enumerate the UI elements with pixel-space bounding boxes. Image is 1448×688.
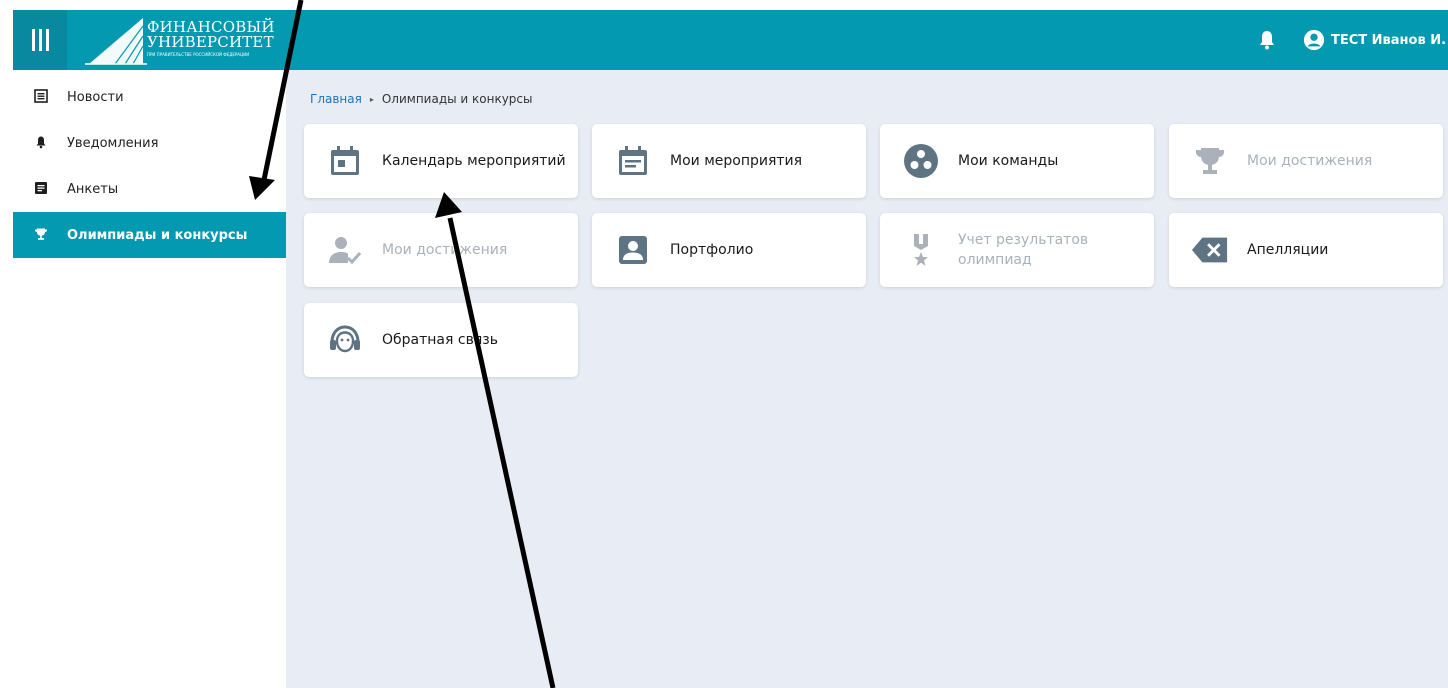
logo-text: ФИНАНСОВЫЙ УНИВЕРСИТЕТ ПРИ ПРАВИТЕЛЬСТВЕ… (147, 20, 275, 58)
card-my-achievements-user[interactable]: Мои достижения (304, 213, 578, 287)
card-appeals[interactable]: Апелляции (1169, 213, 1443, 287)
logo-line2: УНИВЕРСИТЕТ (147, 33, 274, 51)
breadcrumb-home-link[interactable]: Главная (310, 92, 362, 106)
sidebar: Новости Уведомления Анкеты Олимпиады и к… (13, 70, 286, 688)
notifications-bell-icon[interactable] (1255, 28, 1279, 52)
bell-icon (33, 134, 49, 150)
card-feedback[interactable]: Обратная связь (304, 303, 578, 377)
user-menu[interactable]: ТЕСТ Иванов И. И. (1303, 26, 1448, 54)
card-label: Календарь мероприятий (382, 153, 566, 169)
sidebar-item-label: Олимпиады и конкурсы (67, 227, 248, 243)
menu-toggle-button[interactable] (13, 10, 67, 70)
breadcrumb: Главная ▸ Олимпиады и конкурсы (310, 92, 533, 106)
sidebar-item-forms[interactable]: Анкеты (13, 166, 286, 212)
sidebar-item-label: Уведомления (67, 135, 159, 151)
card-portfolio[interactable]: Портфолио (592, 213, 866, 287)
card-my-events[interactable]: Мои мероприятия (592, 124, 866, 198)
sidebar-item-label: Новости (67, 89, 124, 105)
logo-subtitle: ПРИ ПРАВИТЕЛЬСТВЕ РОССИЙСКОЙ ФЕДЕРАЦИИ (147, 52, 250, 57)
card-label: Учет результатов олимпиад (958, 232, 1089, 268)
backspace-x-icon (1191, 231, 1229, 269)
card-label: Апелляции (1247, 242, 1329, 258)
sidebar-item-notifications[interactable]: Уведомления (13, 120, 286, 166)
card-my-teams[interactable]: Мои команды (880, 124, 1154, 198)
card-label: Мои мероприятия (670, 153, 803, 169)
trophy-icon (1191, 142, 1229, 180)
medal-icon (902, 231, 940, 269)
breadcrumb-current: Олимпиады и конкурсы (381, 92, 533, 106)
calendar-icon (326, 142, 364, 180)
account-circle-icon (1303, 29, 1325, 51)
card-label: Мои команды (958, 153, 1059, 169)
newspaper-icon (33, 88, 49, 104)
top-header: ФИНАНСОВЫЙ УНИВЕРСИТЕТ ПРИ ПРАВИТЕЛЬСТВЕ… (13, 10, 1448, 70)
card-label: Обратная связь (382, 332, 498, 348)
sidebar-item-label: Анкеты (67, 181, 119, 197)
sidebar-item-olympiads[interactable]: Олимпиады и конкурсы (13, 212, 286, 258)
card-olympiad-results[interactable]: Учет результатов олимпиад (880, 213, 1154, 287)
card-label: Мои достижения (382, 242, 508, 258)
card-events-calendar[interactable]: Календарь мероприятий (304, 124, 578, 198)
app-frame: ФИНАНСОВЫЙ УНИВЕРСИТЕТ ПРИ ПРАВИТЕЛЬСТВЕ… (13, 10, 1448, 688)
form-icon (33, 180, 49, 196)
portfolio-icon (614, 231, 652, 269)
breadcrumb-separator-icon: ▸ (369, 94, 374, 104)
university-logo[interactable]: ФИНАНСОВЫЙ УНИВЕРСИТЕТ ПРИ ПРАВИТЕЛЬСТВЕ… (85, 16, 275, 66)
menu-icon (31, 29, 49, 51)
card-label: Мои достижения (1247, 153, 1373, 169)
card-label: Портфолио (670, 242, 754, 258)
logo-sail-icon (85, 18, 147, 65)
user-name: ТЕСТ Иванов И. И. (1331, 32, 1448, 48)
team-icon (902, 142, 940, 180)
headset-icon (326, 321, 364, 359)
user-check-icon (326, 231, 364, 269)
trophy-icon (33, 226, 49, 242)
sidebar-item-news[interactable]: Новости (13, 74, 286, 120)
event-note-icon (614, 142, 652, 180)
card-my-achievements-trophy[interactable]: Мои достижения (1169, 124, 1443, 198)
